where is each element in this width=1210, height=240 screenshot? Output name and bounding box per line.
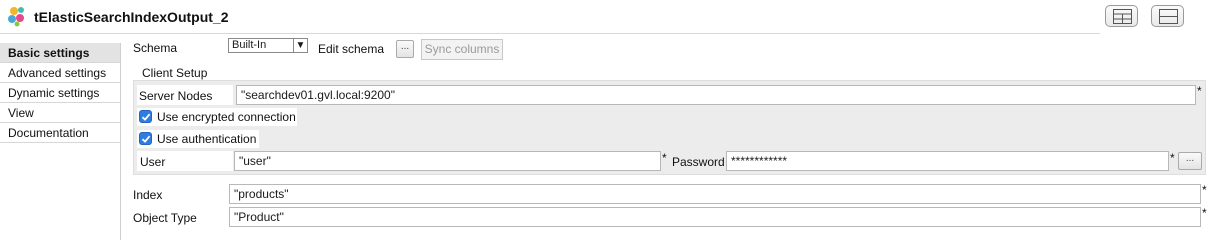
header-divider — [0, 33, 1100, 34]
sidebar-item-basic-settings[interactable]: Basic settings — [0, 43, 120, 63]
sidebar-item-view[interactable]: View — [0, 103, 120, 123]
user-required-mark: * — [662, 151, 667, 165]
server-nodes-label: Server Nodes — [139, 89, 213, 103]
password-required-mark: * — [1170, 151, 1175, 165]
use-auth-checkbox[interactable] — [139, 132, 152, 145]
grid-layout-icon — [1113, 9, 1132, 24]
server-nodes-required-mark: * — [1197, 84, 1202, 98]
dropdown-arrow-icon: ▼ — [293, 39, 307, 52]
checkmark-icon — [141, 113, 151, 121]
client-setup-title: Client Setup — [142, 66, 208, 80]
password-input[interactable]: ************ — [726, 151, 1169, 171]
object-type-label: Object Type — [133, 211, 197, 225]
object-type-required-mark: * — [1202, 206, 1207, 220]
password-label: Password — [672, 155, 725, 169]
list-layout-icon — [1159, 9, 1178, 24]
edit-schema-button[interactable]: ... — [396, 40, 414, 58]
index-required-mark: * — [1202, 183, 1207, 197]
index-input[interactable]: "products" — [229, 184, 1201, 204]
schema-label: Schema — [133, 41, 178, 55]
component-title: tElasticSearchIndexOutput_2 — [34, 9, 229, 25]
settings-sidebar: Basic settings Advanced settings Dynamic… — [0, 43, 121, 240]
component-header: tElasticSearchIndexOutput_2 — [0, 0, 1210, 34]
use-auth-label: Use authentication — [157, 132, 257, 146]
edit-schema-label: Edit schema — [318, 42, 385, 56]
user-label: User — [140, 155, 166, 169]
schema-select-value: Built-In — [232, 39, 267, 51]
grid-view-button[interactable] — [1105, 5, 1138, 27]
schema-select[interactable]: Built-In ▼ — [228, 38, 308, 53]
sidebar-item-documentation[interactable]: Documentation — [0, 123, 120, 143]
list-view-button[interactable] — [1151, 5, 1184, 27]
use-encrypted-label: Use encrypted connection — [157, 110, 296, 124]
sync-columns-button[interactable]: Sync columns — [421, 39, 503, 60]
user-input[interactable]: "user" — [234, 151, 661, 171]
index-label: Index — [133, 188, 163, 202]
sidebar-item-dynamic-settings[interactable]: Dynamic settings — [0, 83, 120, 103]
elasticsearch-component-icon — [8, 7, 24, 27]
object-type-input[interactable]: "Product" — [229, 207, 1201, 227]
sidebar-item-advanced-settings[interactable]: Advanced settings — [0, 63, 120, 83]
use-encrypted-checkbox[interactable] — [139, 110, 152, 123]
checkmark-icon — [141, 135, 151, 143]
server-nodes-input[interactable]: "searchdev01.gvl.local:9200" — [236, 85, 1196, 105]
password-edit-button[interactable]: ... — [1178, 152, 1202, 170]
